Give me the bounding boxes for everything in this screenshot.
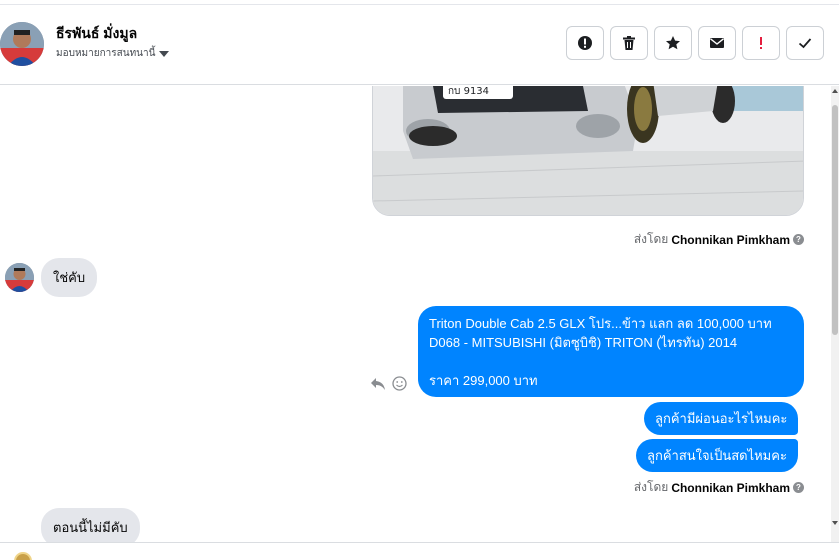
sent-by-label: ส่งโดย Chonnikan Pimkham ? xyxy=(634,230,804,249)
scroll-up-arrow-icon[interactable] xyxy=(832,89,838,93)
license-plate-text: กบ 9134 xyxy=(448,86,489,97)
composer-bar xyxy=(0,542,839,560)
outgoing-message: ลูกค้ามีผ่อนอะไรไหมคะ xyxy=(644,402,799,435)
incoming-message: ตอนนี้ไม่มีคับ xyxy=(41,508,140,542)
incoming-message: ใช่คับ xyxy=(41,258,98,297)
listing-subtitle: D068 - MITSUBISHI (มิตซูบิชิ) TRITON (ไท… xyxy=(429,335,738,350)
help-icon[interactable]: ? xyxy=(793,234,804,245)
inbox-conversation-view: ธีรพันธ์ มั่งมูล มอบหมายการสนทนานี้ กบ 9… xyxy=(0,0,839,560)
star-icon xyxy=(665,35,681,51)
sent-by-prefix: ส่งโดย xyxy=(633,232,669,246)
assign-label: มอบหมายการสนทนานี้ xyxy=(56,48,156,59)
help-icon[interactable]: ? xyxy=(793,482,804,493)
conversation-header: ธีรพันธ์ มั่งมูล มอบหมายการสนทนานี้ xyxy=(0,5,839,85)
message-thread: กบ 9134 ส่งโดย Chonnikan Pimkham ? ใช่คั… xyxy=(0,86,831,542)
avatar[interactable] xyxy=(0,22,44,66)
conversation-actions xyxy=(566,26,824,60)
outgoing-listing-message: Triton Double Cab 2.5 GLX โปร...ข้าว แลก… xyxy=(418,306,804,397)
assign-conversation-dropdown[interactable]: มอบหมายการสนทนานี้ xyxy=(56,46,170,61)
mark-done-button[interactable] xyxy=(786,26,824,60)
star-button[interactable] xyxy=(654,26,692,60)
scroll-down-arrow-icon[interactable] xyxy=(832,521,838,525)
listing-title: Triton Double Cab 2.5 GLX โปร...ข้าว แลก… xyxy=(429,316,772,331)
check-icon xyxy=(797,35,813,51)
sent-by-name: Chonnikan Pimkham xyxy=(671,480,790,495)
emoji-icon[interactable] xyxy=(392,376,407,396)
avatar[interactable] xyxy=(14,552,32,560)
mark-unread-button[interactable] xyxy=(698,26,736,60)
caret-down-icon xyxy=(159,51,170,57)
mark-spam-button[interactable] xyxy=(742,26,780,60)
sent-by-label: ส่งโดย Chonnikan Pimkham ? xyxy=(634,478,804,497)
car-photo-attachment[interactable]: กบ 9134 xyxy=(372,86,804,216)
delete-button[interactable] xyxy=(610,26,648,60)
contact-name[interactable]: ธีรพันธ์ มั่งมูล xyxy=(56,23,137,45)
reply-icon[interactable] xyxy=(370,377,386,396)
envelope-icon xyxy=(709,35,725,51)
listing-price: ราคา 299,000 บาท xyxy=(429,373,538,388)
sent-by-name: Chonnikan Pimkham xyxy=(671,232,790,247)
alert-circle-icon xyxy=(577,35,593,51)
sent-by-prefix: ส่งโดย xyxy=(633,480,669,494)
scrollbar-thumb[interactable] xyxy=(832,105,838,335)
outgoing-message: ลูกค้าสนใจเป็นสดไหมคะ xyxy=(636,439,798,472)
trash-icon xyxy=(621,35,637,51)
mark-alert-button[interactable] xyxy=(566,26,604,60)
avatar[interactable] xyxy=(5,263,34,292)
exclamation-icon xyxy=(753,35,769,51)
message-tools xyxy=(370,376,407,396)
